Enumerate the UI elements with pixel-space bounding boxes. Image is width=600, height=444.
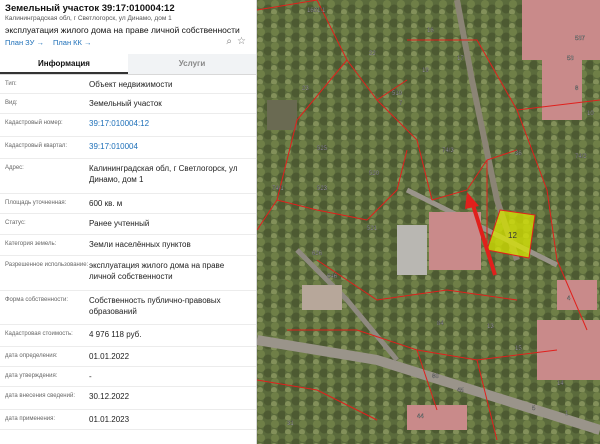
building-roof [429,212,481,270]
parcel-title: Земельный участок 39:17:010004:12 [5,3,175,14]
parcel-number-label: 74/3 [442,148,454,154]
parcel-number-label: 646 [327,274,338,280]
attribute-value: Объект недвижимости [89,80,173,89]
attribute-row: дата внесения сведений: 30.12.2022 [0,387,256,410]
info-panel: Земельный участок 39:17:010004:12 Калини… [0,0,257,444]
building-roof [302,285,342,310]
attribute-row: дата утверждения: - [0,367,256,387]
attribute-value: Ранее учтенный [89,219,150,228]
attribute-value: 01.01.2022 [89,352,130,361]
building-roof [397,225,427,275]
building-roof [537,320,600,380]
attribute-value: эксплуатация жилого дома на праве личной… [89,261,225,281]
parcel-number-label: 13 [487,324,494,330]
attribute-key: Разрешенное использование: [5,262,89,268]
parcel-number-label: 521 [367,226,378,232]
attribute-key: дата утверждения: [5,373,58,379]
attribute-key: дата применения: [5,416,56,422]
parcel-number-label: 19 [422,68,429,74]
parcel-number-label: 10 [587,111,594,117]
attribute-key: Тип: [5,81,17,87]
parcel-purpose: эксплуатация жилого дома на праве личной… [5,25,240,35]
attribute-key: Кадастровый номер: [5,120,63,126]
attribute-value: 01.01.2023 [89,415,130,424]
parcel-number-label: 626 [312,251,323,257]
attribute-key: Адрес: [5,165,24,171]
panel-links: План ЗУ → План КК → ⌕ ☆ [5,36,250,54]
attributes-table: Тип: Объект недвижимости Вид: Земельный уча… [0,75,256,430]
attribute-key: Категория земель: [5,241,57,247]
attribute-row: Кадастровый квартал: 39:17:010004 [0,137,256,159]
panel-header: Земельный участок 39:17:010004:12 Калини… [0,0,256,54]
attribute-row: Площадь уточненная: 600 кв. м [0,194,256,214]
tab-info[interactable]: Информация [0,54,128,74]
parcel-number-label: 17 [457,56,464,62]
attribute-key: Статус: [5,220,26,226]
tab-services[interactable]: Услуги [128,54,256,74]
parcel-number-label: 16 [427,28,434,34]
parcel-number-label: 520 [369,171,380,177]
attribute-row: Кадастровая стоимость: 4 976 118 руб. [0,325,256,347]
attribute-key: Кадастровый квартал: [5,143,68,149]
building-roof [522,0,600,60]
zoom-to-icon[interactable]: ⌕ [226,36,232,47]
parcel-number-label: 74/2 [575,154,587,160]
attribute-value: Земельный участок [89,99,162,108]
attribute-key: дата определения: [5,353,58,359]
attribute-key: Кадастровая стоимость: [5,331,73,337]
plan-zu-link[interactable]: План ЗУ → [5,38,44,47]
parcel-number-label: 31 [287,421,294,427]
attribute-row: Кадастровый номер: 39:17:010004:12 [0,114,256,137]
parcel-number-label: 537 [575,36,586,42]
attribute-row: Адрес: Калининградская обл, г Светлогорск… [0,159,256,194]
attribute-value: 4 976 118 руб. [89,330,142,339]
attribute-key: дата внесения сведений: [5,393,75,399]
parcel-number-label: 80 [432,374,439,380]
parcel-address-short: Калининградская обл, г Светлогорск, ул Д… [5,15,172,22]
panel-tabs: Информация Услуги [0,54,256,75]
parcel-number-label: 15 [515,346,522,352]
satellite-map[interactable]: 12 1601:11617225191953723 81074/152552377… [257,0,600,444]
attribute-value: 600 кв. м [89,199,123,208]
parcel-number-label: 525 [317,146,328,152]
building-roof [267,100,297,130]
attribute-row: Категория земель: Земли населённых пункто… [0,235,256,256]
favorite-star-icon[interactable]: ☆ [237,36,246,47]
parcel-number-label: 36 [515,151,522,157]
attribute-row: Тип: Объект недвижимости [0,75,256,94]
parcel-number-label: 45 [457,388,464,394]
attribute-row: дата определения: 01.01.2022 [0,347,256,367]
attribute-value: Собственность публично-правовых образова… [89,296,221,316]
attribute-row: Форма собственности: Собственность публич… [0,291,256,325]
parcel-number-label: 1601:1 [307,8,326,14]
parcel-number-label: 74/1 [272,186,284,192]
parcel-number-label: 523 [317,186,328,192]
map-view[interactable]: 12 1601:1 16 17 22 519 19 537 23 8 10 74/1 525 523 7 7… [257,0,600,444]
attribute-value-link[interactable]: 39:17:010004:12 [89,118,248,129]
parcel-number-label: 53 [567,56,574,62]
attribute-value-link[interactable]: 39:17:010004 [89,141,248,152]
parcel-number-label: 519 [392,91,403,97]
attribute-key: Форма собственности: [5,297,69,303]
parcel-number-label: 14 [557,381,564,387]
attribute-row: Вид: Земельный участок [0,94,256,114]
attribute-row: Статус: Ранее учтенный [0,214,256,235]
attribute-value: - [89,372,92,381]
parcel-number-label: 23 [302,86,309,92]
attribute-value: 30.12.2022 [89,392,130,401]
parcel-number-label: 22 [369,51,376,57]
attribute-key: Площадь уточненная: [5,200,67,206]
attribute-key: Вид: [5,100,18,106]
attribute-row: Разрешенное использование: эксплуатация ж… [0,256,256,291]
parcel-number-label: 84 [437,321,444,327]
parcel-number-label: 44 [417,414,424,420]
plan-kk-link[interactable]: План КК → [53,38,92,47]
attribute-row: дата применения: 01.01.2023 [0,410,256,430]
attribute-value: Земли населённых пунктов [89,240,191,249]
attribute-value: Калининградская обл, г Светлогорск, ул Д… [89,164,238,184]
selected-parcel-label: 12 [508,231,517,240]
